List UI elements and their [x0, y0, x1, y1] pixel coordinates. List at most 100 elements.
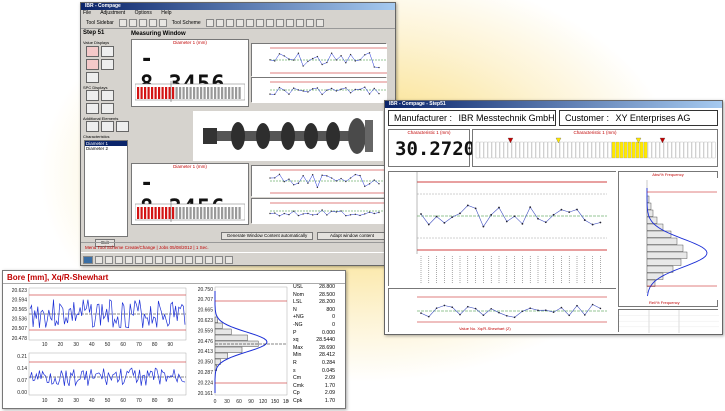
generate-content-button[interactable]: Generate Window Content automatically — [221, 232, 313, 240]
taskbar-icon[interactable] — [83, 255, 93, 264]
tolerance-segment — [158, 207, 161, 219]
characteristics-list[interactable]: Diameter 1 Diameter 2 — [84, 140, 128, 237]
spc-display-button[interactable] — [101, 103, 114, 114]
tolerance-segment — [144, 87, 147, 99]
stat-value: 28.412 — [319, 352, 335, 359]
spc-display-button[interactable] — [101, 90, 114, 101]
strip-segment — [483, 141, 488, 159]
strip-segment — [519, 141, 524, 159]
spc-display-button[interactable] — [86, 103, 99, 114]
taskbar-icon[interactable] — [155, 255, 163, 264]
x-tick-label: 80 — [152, 398, 158, 404]
data-point — [345, 215, 347, 217]
data-point — [368, 93, 371, 95]
strip-segment — [491, 141, 496, 159]
toolbar-button[interactable] — [215, 18, 224, 27]
toolbar-button[interactable] — [255, 18, 264, 27]
taskbar-icon[interactable] — [185, 255, 193, 264]
data-point — [537, 309, 539, 312]
additional-element-button[interactable] — [101, 121, 114, 132]
value-display-button[interactable] — [86, 59, 99, 70]
taskbar-icon[interactable] — [115, 255, 123, 264]
toolbar-button[interactable] — [315, 18, 324, 27]
toolbar-button[interactable] — [225, 18, 234, 27]
taskbar-icon[interactable] — [145, 255, 153, 264]
data-point — [307, 60, 309, 63]
toolbar-button[interactable] — [245, 18, 254, 27]
taskbar-icon[interactable] — [195, 255, 203, 264]
menu-file[interactable]: File — [83, 10, 91, 16]
strip-segment — [619, 141, 624, 159]
menu-options[interactable]: Options — [135, 10, 152, 16]
tolerance-segment — [175, 87, 178, 99]
spc-display-button[interactable] — [86, 90, 99, 101]
y-tick-label: 20.559 — [198, 328, 214, 334]
tolerance-segment — [231, 87, 234, 99]
range-chart-top — [251, 77, 387, 103]
x-tick-label: 70 — [136, 342, 142, 347]
toolbar-button[interactable] — [285, 18, 294, 27]
toolbar-button[interactable] — [235, 18, 244, 27]
data-point — [302, 65, 304, 67]
toolbar-button[interactable] — [128, 18, 137, 27]
toolbar-button[interactable] — [158, 18, 167, 27]
taskbar-icon[interactable] — [165, 255, 173, 264]
toolbar-button[interactable] — [148, 18, 157, 27]
data-point — [576, 208, 578, 211]
value-display-button[interactable] — [101, 59, 114, 70]
value-display-button[interactable] — [86, 46, 99, 57]
data-point — [378, 183, 380, 185]
taskbar-icon[interactable] — [135, 255, 143, 264]
data-point — [326, 89, 328, 91]
data-point — [302, 90, 304, 92]
tolerance-bar-bottom — [135, 201, 245, 222]
toolbar-button[interactable] — [265, 18, 274, 27]
toolbar-button[interactable] — [138, 18, 147, 27]
characteristic-item[interactable]: Diameter 2 — [85, 146, 127, 151]
data-point — [335, 211, 338, 213]
value-display-button[interactable] — [101, 46, 114, 57]
histogram-bar — [214, 322, 223, 329]
taskbar-icon[interactable] — [175, 255, 183, 264]
tolerance-segment — [147, 207, 150, 219]
toolbar-button[interactable] — [295, 18, 304, 27]
strip-segment — [527, 141, 532, 159]
data-point — [498, 311, 500, 314]
strip-segment — [591, 141, 596, 159]
taskbar-icon[interactable] — [225, 255, 233, 264]
data-point — [505, 220, 508, 223]
data-point — [552, 311, 555, 313]
data-point — [359, 88, 361, 91]
stat-value: 2.09 — [324, 375, 335, 382]
taskbar-icon[interactable] — [125, 255, 133, 264]
data-point — [316, 186, 319, 189]
taskbar-icon[interactable] — [215, 255, 223, 264]
strip-segment — [675, 141, 680, 159]
menu-adjustment[interactable]: Adjustment — [100, 10, 125, 16]
data-point — [490, 213, 493, 216]
range-chart-xlabel: Value No. Xq/R-Shewhart (Z) — [459, 326, 511, 331]
toolbar-button[interactable] — [118, 18, 127, 27]
taskbar-icon[interactable] — [95, 255, 103, 264]
toolbar-button[interactable] — [305, 18, 314, 27]
data-point — [349, 92, 352, 94]
stat-value: 0 — [332, 314, 335, 321]
adapt-content-button[interactable]: Adapt window content — [317, 232, 387, 240]
strip-segment — [611, 141, 616, 159]
tolerance-segment — [151, 87, 154, 99]
toolbar-button[interactable] — [275, 18, 284, 27]
additional-element-button[interactable] — [86, 121, 99, 132]
taskbar-icon[interactable] — [105, 255, 113, 264]
taskbar-icon[interactable] — [205, 255, 213, 264]
tolerance-segment — [151, 207, 154, 219]
menu-help[interactable]: Help — [161, 10, 171, 16]
strip-segment — [543, 141, 548, 159]
additional-element-button[interactable] — [116, 121, 129, 132]
toolbar-button[interactable] — [205, 18, 214, 27]
data-point — [435, 215, 438, 218]
tolerance-segment — [224, 87, 227, 99]
frequency-histogram: Abs/% Frequency Rel/% Frequency — [618, 171, 719, 307]
value-display-button[interactable] — [86, 72, 99, 83]
strip-segment — [679, 141, 684, 159]
stat-key: Cmk — [293, 382, 304, 389]
